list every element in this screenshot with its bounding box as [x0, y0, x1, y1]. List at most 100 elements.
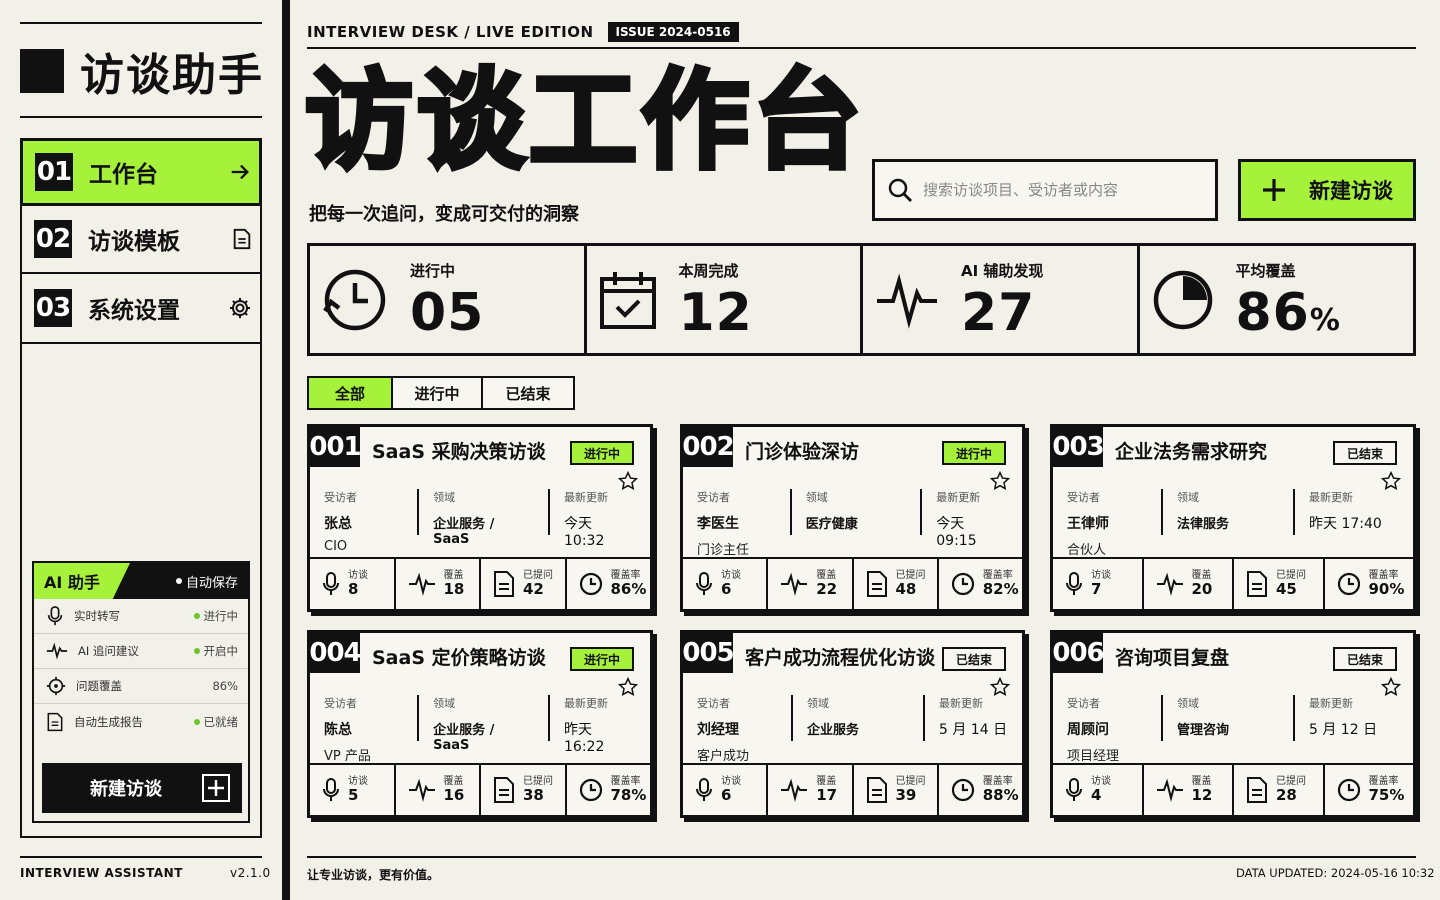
- nav-number: 03: [34, 289, 72, 327]
- card-meta: 受访者 李医生 门诊主任 领域 医疗健康 最新更新 今天 09:15: [697, 489, 1008, 558]
- brand-title: 访谈助手: [80, 50, 264, 101]
- gear-icon: [228, 296, 252, 320]
- interviewee-role: 合伙人: [1067, 543, 1107, 558]
- new-interview-label: 新建访谈: [1309, 179, 1393, 203]
- status-badge: 已结束: [1333, 441, 1397, 465]
- nav-item-settings[interactable]: 03 系统设置: [22, 274, 260, 344]
- stat-asked: 已提问 45: [1234, 559, 1325, 609]
- plus-icon: [1263, 179, 1285, 201]
- interviewee-name: 陈总: [324, 722, 352, 738]
- sidebar-bottom-rule: [20, 856, 262, 858]
- pulse-icon: [781, 572, 808, 596]
- brand: 访谈助手: [20, 44, 264, 101]
- page-title: 访谈工作台: [302, 57, 866, 186]
- clock-icon: [1337, 778, 1360, 802]
- interviewee-role: 客户成功: [697, 749, 750, 764]
- nav-label: 访谈模板: [88, 229, 180, 255]
- pulse-icon: [1156, 778, 1183, 802]
- card-stats: 访谈 6 覆盖 17 已提问 39 覆盖率 88%: [683, 763, 1022, 815]
- star-icon[interactable]: [1381, 471, 1401, 491]
- card-meta: 受访者 刘经理 客户成功 领域 企业服务 最新更新 5 月 14 日: [697, 695, 1008, 764]
- search-input[interactable]: [923, 181, 1203, 199]
- clock-icon: [1337, 572, 1360, 596]
- sidebar-footer-name: INTERVIEW ASSISTANT: [20, 866, 183, 880]
- card-id: 005: [682, 633, 735, 673]
- star-icon[interactable]: [990, 471, 1010, 491]
- footer-rule: [307, 856, 1416, 858]
- star-icon[interactable]: [618, 677, 638, 697]
- stat-in-progress: 进行中 05: [310, 246, 587, 353]
- version-label: v2.1.0: [230, 866, 271, 880]
- ai-panel-header: AI 助手 自动保存: [34, 563, 248, 599]
- issue-badge: ISSUE 2024-0516: [607, 22, 739, 42]
- interview-card[interactable]: 005 客户成功流程优化访谈 已结束 受访者 刘经理 客户成功 领域 企业服务 最新更…: [680, 630, 1025, 818]
- nav-item-templates[interactable]: 02 访谈模板: [22, 206, 260, 274]
- nav-number: 01: [35, 153, 73, 191]
- tab-all[interactable]: 全部: [307, 376, 393, 410]
- stat-ai-findings: AI 辅助发现 27: [863, 246, 1140, 353]
- nav-item-workbench[interactable]: 01 工作台: [20, 138, 262, 206]
- search-box[interactable]: [872, 159, 1218, 221]
- stat-interviews: 访谈 7: [1053, 559, 1144, 609]
- tab-in-progress[interactable]: 进行中: [391, 376, 483, 410]
- stat-asked: 已提问 28: [1234, 765, 1325, 815]
- card-header: 004 SaaS 定价策略访谈 进行中: [309, 633, 650, 677]
- domain-value: 管理咨询: [1177, 723, 1230, 738]
- star-icon[interactable]: [618, 471, 638, 491]
- document-icon: [866, 777, 887, 803]
- interview-card[interactable]: 004 SaaS 定价策略访谈 进行中 受访者 陈总 VP 产品 领域 企业服务 / …: [307, 630, 653, 818]
- pulse-icon: [1156, 572, 1183, 596]
- stat-asked: 已提问 38: [481, 765, 567, 815]
- card-stats: 访谈 4 覆盖 12 已提问 28 覆盖率 75%: [1053, 763, 1413, 815]
- data-updated-label: DATA UPDATED: 2024-05-16 10:32: [1236, 866, 1435, 880]
- stat-avg-coverage: 平均覆盖 86%: [1140, 246, 1414, 353]
- stats-strip: 进行中 05 本周完成 12 AI 辅助发现 27 平均覆盖 86%: [307, 243, 1416, 356]
- interview-card[interactable]: 002 门诊体验深访 进行中 受访者 李医生 门诊主任 领域 医疗健康 最新更新 今天 …: [680, 424, 1025, 612]
- stat-interviews: 访谈 8: [310, 559, 396, 609]
- stat-coverage: 覆盖 22: [768, 559, 854, 609]
- sidebar-brand-rule: [20, 116, 262, 118]
- updated-value: 昨天 17:40: [1309, 516, 1382, 532]
- interview-card[interactable]: 006 咨询项目复盘 已结束 受访者 周顾问 项目经理 领域 管理咨询 最新更新 5 月…: [1050, 630, 1416, 818]
- masthead-rule: [307, 47, 1416, 49]
- ai-new-interview-button[interactable]: 新建访谈: [42, 763, 242, 813]
- star-icon[interactable]: [990, 677, 1010, 697]
- card-header: 006 咨询项目复盘 已结束: [1052, 633, 1413, 677]
- ai-feature-row: 实时转写 进行中: [34, 599, 248, 634]
- card-title: SaaS 采购决策访谈: [372, 441, 546, 463]
- microphone-icon: [696, 778, 712, 801]
- domain-value: 企业服务 / SaaS: [433, 723, 495, 753]
- ai-feature-row: 问题覆盖 86%: [34, 669, 248, 704]
- stat-rate: 覆盖率 86%: [567, 559, 651, 609]
- stat-coverage: 覆盖 16: [396, 765, 481, 815]
- clock-icon: [579, 572, 602, 596]
- interviewee-name: 王律师: [1067, 516, 1109, 532]
- document-icon: [866, 571, 887, 597]
- interview-card[interactable]: 001 SaaS 采购决策访谈 进行中 受访者 张总 CIO 领域 企业服务 / Sa…: [307, 424, 653, 612]
- new-interview-button[interactable]: 新建访谈: [1238, 159, 1416, 221]
- tab-finished[interactable]: 已结束: [481, 376, 575, 410]
- stat-coverage: 覆盖 20: [1144, 559, 1234, 609]
- microphone-icon: [323, 778, 339, 801]
- page-subtitle: 把每一次追问，变成可交付的洞察: [309, 204, 579, 225]
- document-icon: [494, 777, 514, 803]
- stat-rate: 覆盖率 90%: [1325, 559, 1414, 609]
- stat-coverage: 覆盖 12: [1144, 765, 1234, 815]
- card-header: 002 门诊体验深访 进行中: [682, 427, 1022, 471]
- interview-card[interactable]: 003 企业法务需求研究 已结束 受访者 王律师 合伙人 领域 法律服务 最新更新 昨天…: [1050, 424, 1416, 612]
- document-icon: [1247, 777, 1267, 803]
- card-meta: 受访者 王律师 合伙人 领域 法律服务 最新更新 昨天 17:40: [1067, 489, 1382, 558]
- stat-coverage: 覆盖 18: [396, 559, 481, 609]
- ai-feature-row: 自动生成报告 已就绪: [34, 704, 248, 739]
- stat-rate: 覆盖率 75%: [1325, 765, 1414, 815]
- sidebar-top-rule: [20, 22, 262, 24]
- stat-completed: 本周完成 12: [587, 246, 863, 353]
- star-icon[interactable]: [1381, 677, 1401, 697]
- ai-assistant-panel: AI 助手 自动保存 实时转写 进行中 AI 追问建议 开启中 问题覆盖 86% 自动…: [32, 561, 250, 823]
- status-badge: 进行中: [942, 441, 1006, 465]
- footer-slogan: 让专业访谈，更有价值。: [307, 868, 440, 882]
- interviewee-role: 门诊主任: [697, 543, 750, 558]
- stat-interviews: 访谈 5: [310, 765, 396, 815]
- pulse-icon: [877, 272, 937, 329]
- card-meta: 受访者 陈总 VP 产品 领域 企业服务 / SaaS 最新更新 昨天 16:22: [324, 695, 636, 764]
